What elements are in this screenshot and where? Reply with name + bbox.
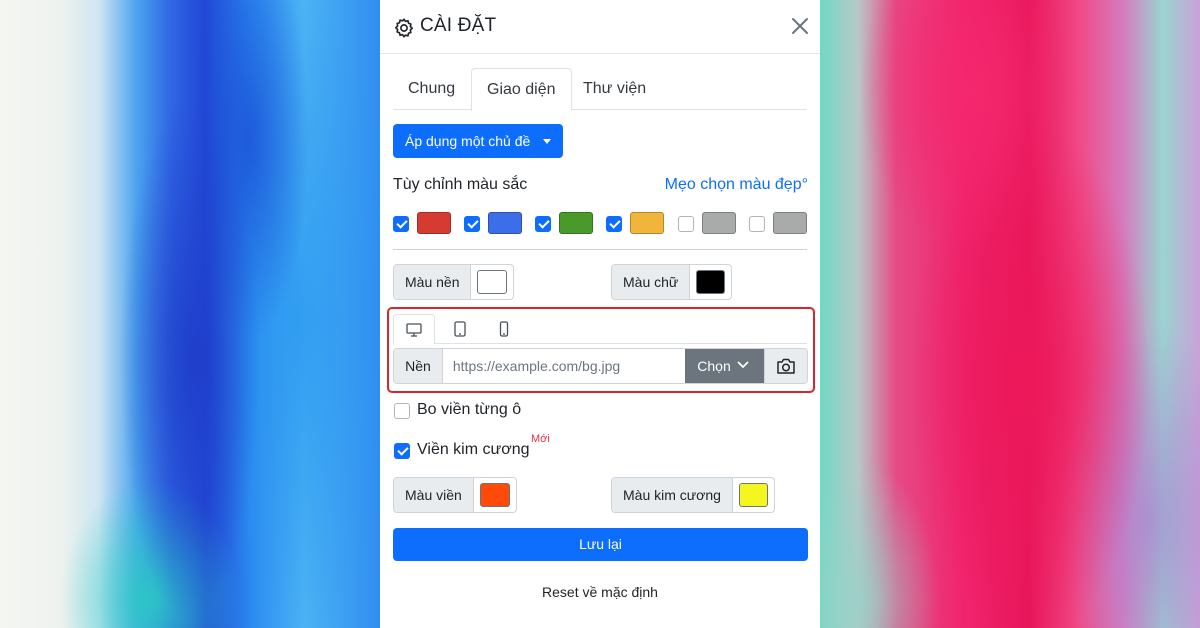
cell-border-option[interactable]: Bo viền từng ô — [393, 401, 593, 421]
cell-border-checkbox[interactable] — [394, 403, 410, 419]
tab-thu-vien[interactable]: Thư viện — [568, 68, 661, 110]
device-tabs — [393, 314, 807, 345]
gear-icon — [393, 17, 415, 39]
cell-border-label: Bo viền từng ô — [417, 401, 522, 418]
color-swatch-row — [393, 211, 813, 237]
border-color-picker: Màu viền — [393, 477, 517, 513]
color-swatch[interactable] — [559, 212, 593, 234]
color-swatch[interactable] — [630, 212, 664, 234]
diamond-border-checkbox[interactable] — [394, 443, 410, 459]
settings-tabs: Chung Giao diện Thư viện — [393, 68, 807, 111]
text-color-picker: Màu chữ — [611, 264, 732, 300]
desktop-icon[interactable] — [393, 314, 435, 345]
camera-button[interactable] — [764, 349, 807, 383]
swatch-checkbox[interactable] — [393, 216, 409, 232]
painted-background-right — [820, 0, 1200, 628]
section-divider — [393, 249, 807, 250]
swatch-checkbox[interactable] — [749, 216, 765, 232]
reset-default-link[interactable]: Reset về mặc định — [380, 584, 820, 600]
background-image-input-group: Nền Chọn — [393, 348, 808, 384]
tab-giao-dien[interactable]: Giao diện — [471, 68, 572, 111]
dialog-title: CÀI ĐẶT — [420, 15, 497, 36]
new-badge: Mới — [531, 433, 550, 445]
text-color-swatch[interactable] — [696, 270, 725, 294]
custom-colors-label: Tùy chỉnh màu sắc — [393, 176, 528, 193]
apply-theme-label: Áp dụng một chủ đề — [405, 133, 531, 149]
diamond-color-picker: Màu kim cương — [611, 477, 775, 513]
color-swatch[interactable] — [488, 212, 522, 234]
background-image-label: Nền — [394, 349, 443, 383]
swatch-checkbox[interactable] — [678, 216, 694, 232]
camera-icon — [777, 358, 795, 374]
color-swatch[interactable] — [702, 212, 736, 234]
save-button[interactable]: Lưu lại — [393, 528, 808, 561]
border-color-swatch[interactable] — [479, 483, 510, 507]
background-color-swatch[interactable] — [477, 270, 507, 294]
phone-icon[interactable] — [483, 314, 525, 344]
tab-chung[interactable]: Chung — [393, 68, 470, 110]
settings-dialog: CÀI ĐẶT Chung Giao diện Thư viện Áp dụng… — [380, 0, 820, 628]
swatch-checkbox[interactable] — [464, 216, 480, 232]
background-color-label: Màu nền — [394, 265, 472, 299]
choose-dropdown-button[interactable]: Chọn — [685, 349, 765, 383]
dialog-header: CÀI ĐẶT — [380, 0, 820, 54]
background-url-input[interactable] — [442, 349, 686, 383]
caret-down-icon — [543, 139, 551, 144]
swatch-checkbox[interactable] — [606, 216, 622, 232]
diamond-border-label: Viền kim cương — [417, 441, 530, 458]
close-icon[interactable] — [790, 16, 810, 36]
painted-background-left — [0, 0, 380, 628]
choose-label: Chọn — [697, 358, 731, 374]
apply-theme-button[interactable]: Áp dụng một chủ đề — [393, 124, 563, 158]
tablet-icon[interactable] — [439, 314, 481, 344]
border-color-label: Màu viền — [394, 478, 474, 512]
chevron-down-icon — [737, 361, 749, 369]
diamond-color-swatch[interactable] — [738, 483, 768, 507]
diamond-color-label: Màu kim cương — [612, 478, 733, 512]
background-color-picker: Màu nền — [393, 264, 514, 300]
color-tips-link[interactable]: Mẹo chọn màu đẹp° — [665, 176, 808, 194]
text-color-label: Màu chữ — [612, 265, 691, 299]
color-swatch[interactable] — [773, 212, 807, 234]
color-swatch[interactable] — [417, 212, 451, 234]
swatch-checkbox[interactable] — [535, 216, 551, 232]
diamond-border-option[interactable]: Viền kim cương Mới — [393, 433, 593, 461]
